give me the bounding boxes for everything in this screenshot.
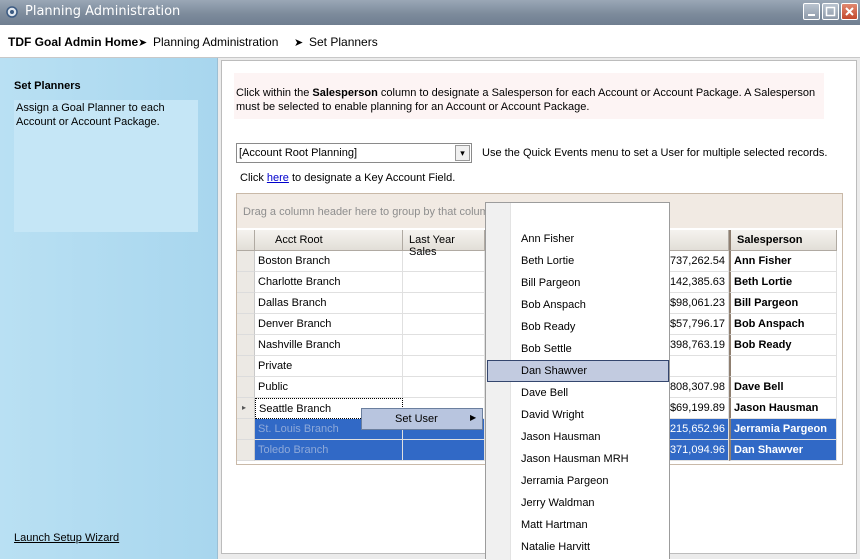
row-selector[interactable] xyxy=(237,293,255,314)
user-menu-item[interactable]: Jason Hausman xyxy=(487,426,669,448)
row-selector[interactable] xyxy=(237,419,255,440)
breadcrumb-arrow-icon: ➤ xyxy=(294,37,304,49)
row-selector[interactable] xyxy=(237,272,255,293)
set-user-label: Set User xyxy=(395,413,438,425)
user-menu-item[interactable]: Jerramia Pargeon xyxy=(487,470,669,492)
notice-text-pre: Click within the xyxy=(236,87,313,99)
row-selector[interactable] xyxy=(237,440,255,461)
sidebar-title: Set Planners xyxy=(14,80,81,92)
planning-level-select[interactable]: [Account Root Planning] ▾ xyxy=(236,143,472,163)
cell-salesperson[interactable]: Bob Ready xyxy=(729,335,837,356)
key-note-pre: Click xyxy=(240,172,267,184)
user-menu-item[interactable]: Dave Bell xyxy=(487,382,669,404)
user-menu-item[interactable]: Jason Hausman MRH xyxy=(487,448,669,470)
cell-salesperson[interactable] xyxy=(729,356,837,377)
column-header-salesperson[interactable]: Salesperson xyxy=(729,230,837,251)
submenu-arrow-icon: ▶ xyxy=(470,413,477,422)
row-selector[interactable] xyxy=(237,251,255,272)
key-note-post: to designate a Key Account Field. xyxy=(288,172,456,184)
user-menu-item[interactable]: Dan Shawver xyxy=(487,360,669,382)
cell-acct-root[interactable]: Public xyxy=(255,377,403,398)
cell-acct-root[interactable]: Toledo Branch xyxy=(255,440,403,461)
user-menu-item[interactable]: Matt Hartman xyxy=(487,514,669,536)
maximize-icon xyxy=(825,6,836,17)
breadcrumb-current-page: Set Planners xyxy=(309,35,378,49)
breadcrumb-home-link[interactable]: TDF Goal Admin Home xyxy=(8,35,138,49)
cell-last-year-sales-blank[interactable] xyxy=(403,314,485,335)
cell-salesperson[interactable]: Ann Fisher xyxy=(729,251,837,272)
breadcrumb: TDF Goal Admin Home ➤ Planning Administr… xyxy=(0,25,860,58)
key-account-note: Click here to designate a Key Account Fi… xyxy=(240,172,455,184)
cell-acct-root[interactable]: Private xyxy=(255,356,403,377)
breadcrumb-arrow-icon: ➤ xyxy=(138,37,148,49)
instructions-notice: Click within the Salesperson column to d… xyxy=(234,73,824,119)
row-selector[interactable] xyxy=(237,314,255,335)
sidebar-description: Assign a Goal Planner to each Account or… xyxy=(14,100,198,232)
cell-acct-root[interactable]: Boston Branch xyxy=(255,251,403,272)
user-menu-item[interactable]: Jerry Waldman xyxy=(487,492,669,514)
user-menu-item[interactable]: David Wright xyxy=(487,404,669,426)
quick-events-note: Use the Quick Events menu to set a User … xyxy=(482,147,828,159)
user-menu-item[interactable]: Bob Anspach xyxy=(487,294,669,316)
user-submenu: Ann Fisher Beth Lortie Bill Pargeon Bob Ans… xyxy=(485,202,670,560)
minimize-button[interactable] xyxy=(803,3,820,20)
context-menu-set-user[interactable]: Set User ▶ xyxy=(361,408,483,430)
cell-last-year-sales-blank[interactable] xyxy=(403,335,485,356)
window-title: Planning Administration xyxy=(25,4,181,19)
close-button[interactable] xyxy=(841,3,858,20)
breadcrumb-planning-admin-link[interactable]: Planning Administration xyxy=(153,35,278,49)
cell-salesperson[interactable]: Beth Lortie xyxy=(729,272,837,293)
column-header-acct-root[interactable]: Acct Root xyxy=(255,230,403,251)
user-menu-item[interactable]: Natalie Harvitt xyxy=(487,536,669,558)
sidebar: Set Planners Assign a Goal Planner to ea… xyxy=(0,58,218,559)
cell-last-year-sales-blank[interactable] xyxy=(403,251,485,272)
title-bar: Planning Administration xyxy=(0,0,860,25)
planning-level-value: [Account Root Planning] xyxy=(239,147,358,159)
cell-salesperson[interactable]: Dave Bell xyxy=(729,377,837,398)
cell-acct-root[interactable]: Nashville Branch xyxy=(255,335,403,356)
row-selector[interactable] xyxy=(237,377,255,398)
cell-acct-root[interactable]: Dallas Branch xyxy=(255,293,403,314)
row-selector-header xyxy=(237,230,255,251)
user-menu-item[interactable]: Bob Ready xyxy=(487,316,669,338)
user-menu-item[interactable]: Beth Lortie xyxy=(487,250,669,272)
cell-acct-root[interactable]: Charlotte Branch xyxy=(255,272,403,293)
user-menu-item[interactable]: Bob Settle xyxy=(487,338,669,360)
app-gear-icon xyxy=(6,6,18,18)
current-row-marker-icon[interactable]: ▸ xyxy=(237,398,255,419)
cell-last-year-sales-blank[interactable] xyxy=(403,377,485,398)
cell-salesperson[interactable]: Dan Shawver xyxy=(729,440,837,461)
minimize-icon xyxy=(808,14,815,16)
maximize-button[interactable] xyxy=(822,3,839,20)
chevron-down-icon[interactable]: ▾ xyxy=(455,145,470,161)
cell-last-year-sales-blank[interactable] xyxy=(403,272,485,293)
row-selector[interactable] xyxy=(237,335,255,356)
cell-acct-root[interactable]: Denver Branch xyxy=(255,314,403,335)
key-account-here-link[interactable]: here xyxy=(267,172,289,184)
notice-text-bold: Salesperson xyxy=(312,87,378,99)
column-header-last-year-sales[interactable]: Last Year Sales xyxy=(403,230,485,258)
cell-last-year-sales-blank[interactable] xyxy=(403,293,485,314)
user-menu-item[interactable]: Ann Fisher xyxy=(487,228,669,250)
row-selector[interactable] xyxy=(237,356,255,377)
cell-salesperson[interactable]: Bob Anspach xyxy=(729,314,837,335)
cell-last-year-sales-blank[interactable] xyxy=(403,440,485,461)
launch-setup-wizard-link[interactable]: Launch Setup Wizard xyxy=(14,532,119,544)
user-menu-item[interactable]: Bill Pargeon xyxy=(487,272,669,294)
cell-salesperson[interactable]: Jerramia Pargeon xyxy=(729,419,837,440)
close-icon xyxy=(845,7,854,16)
cell-salesperson[interactable]: Bill Pargeon xyxy=(729,293,837,314)
cell-salesperson[interactable]: Jason Hausman xyxy=(729,398,837,419)
cell-last-year-sales-blank[interactable] xyxy=(403,356,485,377)
